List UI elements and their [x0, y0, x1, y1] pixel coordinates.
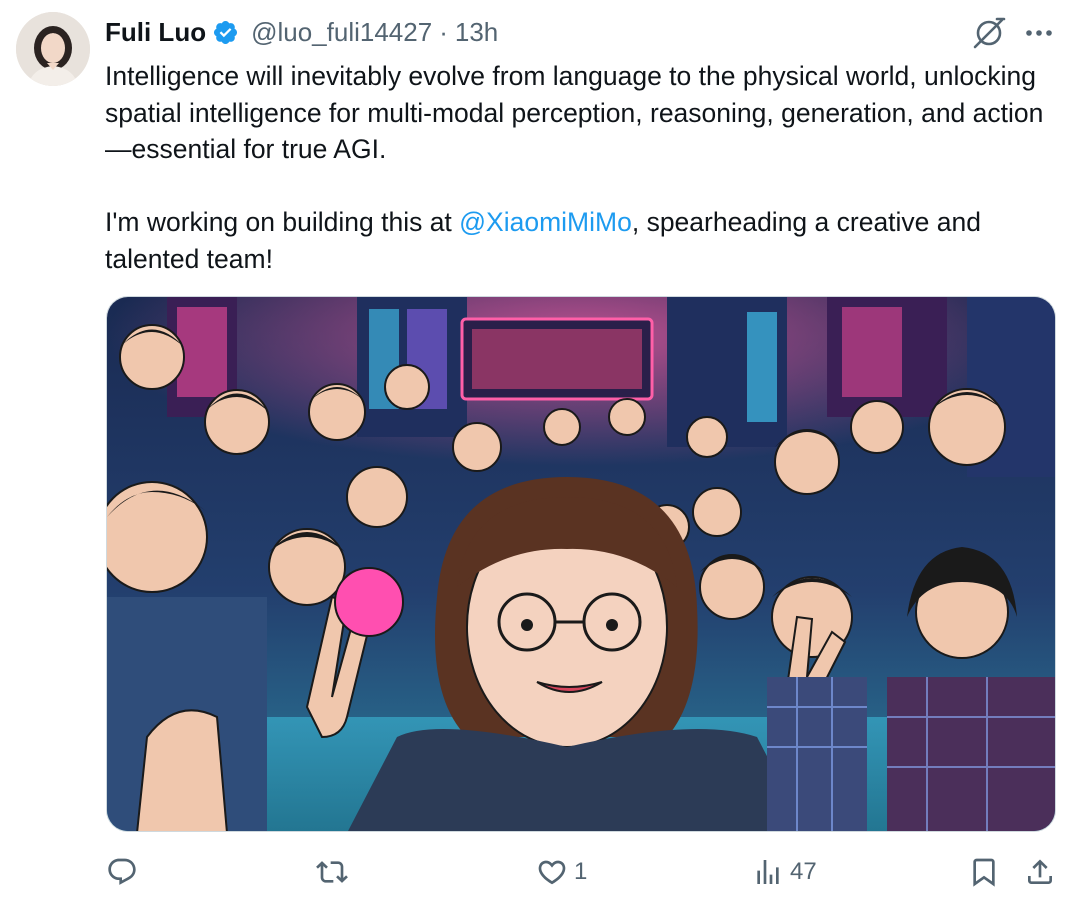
- author-name[interactable]: Fuli Luo: [105, 17, 206, 48]
- share-button[interactable]: [1024, 842, 1056, 902]
- bookmark-icon: [973, 858, 995, 887]
- analytics-icon: [757, 860, 779, 884]
- heart-icon: [538, 860, 566, 885]
- avatar-image: [16, 12, 90, 86]
- like-button[interactable]: 1: [536, 842, 587, 902]
- more-options-icon[interactable]: [1018, 12, 1060, 54]
- repost-icon: [316, 861, 348, 883]
- avatar[interactable]: [16, 12, 90, 86]
- views-count: 47: [790, 858, 817, 885]
- post-media-image[interactable]: [106, 296, 1056, 832]
- post-text: Intelligence will inevitably evolve from…: [105, 58, 1065, 277]
- separator: ·: [439, 16, 448, 47]
- post-header: Fuli Luo @luo_fuli14427 · 13h: [105, 10, 498, 54]
- post-paragraph-1: Intelligence will inevitably evolve from…: [105, 61, 1044, 164]
- repost-button[interactable]: [316, 842, 348, 902]
- post-paragraph-2: I'm working on building this at @XiaomiM…: [105, 204, 1065, 277]
- verified-badge-icon: [212, 19, 239, 46]
- post-time[interactable]: 13h: [455, 17, 498, 48]
- like-count: 1: [574, 858, 588, 885]
- reply-button[interactable]: [106, 842, 138, 902]
- post-paragraph-2-start: I'm working on building this at: [105, 207, 460, 237]
- share-icon: [1028, 859, 1052, 884]
- illustration-image: [107, 297, 1055, 831]
- reply-icon: [108, 858, 136, 885]
- views-button[interactable]: 47: [752, 842, 817, 902]
- bookmark-button[interactable]: [968, 842, 1000, 902]
- mention-link[interactable]: @XiaomiMiMo: [459, 207, 632, 237]
- author-handle[interactable]: @luo_fuli14427: [251, 17, 432, 48]
- post-actions-bar: 1 47: [100, 842, 1060, 902]
- grok-icon[interactable]: [968, 12, 1010, 54]
